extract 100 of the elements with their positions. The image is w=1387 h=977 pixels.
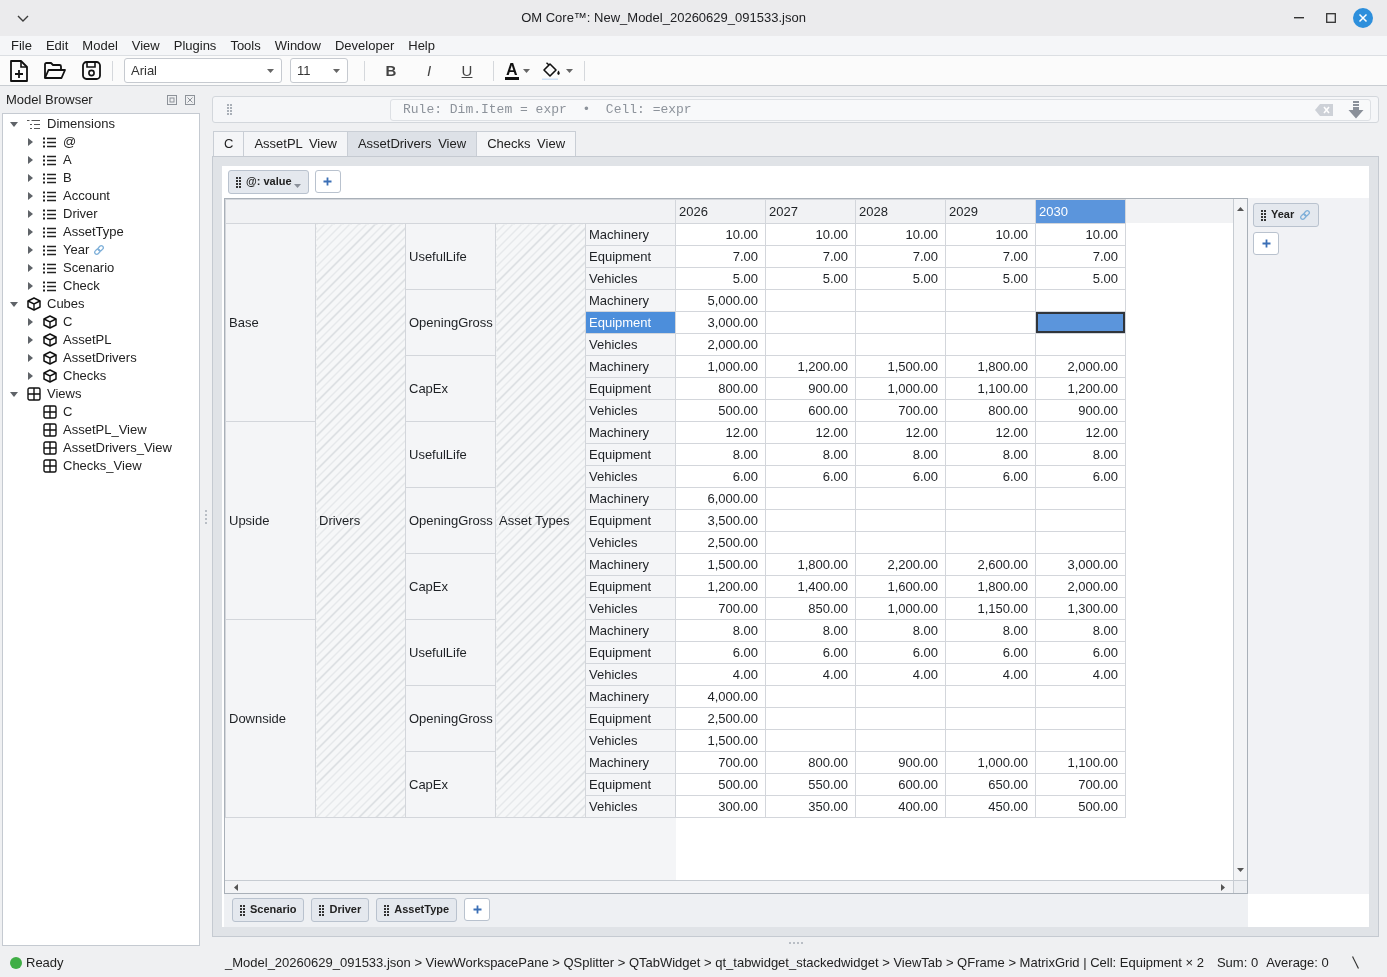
- collapsed-arrow-icon[interactable]: [27, 354, 33, 362]
- collapsed-arrow-icon[interactable]: [27, 174, 33, 182]
- plus-icon[interactable]: [472, 905, 482, 914]
- tree-item[interactable]: AssetDrivers: [63, 350, 137, 366]
- filter-chip[interactable]: @: value: [228, 170, 309, 194]
- arrow-down-icon[interactable]: [1348, 100, 1364, 119]
- menu-item[interactable]: Tools: [223, 36, 268, 55]
- scroll-left-icon[interactable]: [233, 883, 238, 891]
- column-header[interactable]: 2027: [765, 199, 856, 224]
- caret-icon[interactable]: [565, 68, 573, 73]
- tab[interactable]: AssetPL View: [243, 131, 347, 156]
- collapsed-arrow-icon[interactable]: [27, 264, 33, 272]
- expanded-arrow-icon[interactable]: [10, 391, 18, 397]
- tab[interactable]: AssetDrivers View: [346, 131, 477, 156]
- collapsed-arrow-icon[interactable]: [27, 156, 33, 164]
- tree-item[interactable]: AssetPL: [63, 332, 112, 348]
- expanded-arrow-icon[interactable]: [10, 121, 18, 127]
- tree-item[interactable]: Checks: [63, 368, 107, 384]
- tree-item[interactable]: B: [63, 170, 72, 186]
- dimension-chip[interactable]: Driver: [311, 898, 370, 922]
- menu-item[interactable]: Plugins: [166, 36, 224, 55]
- tree-item[interactable]: Dimensions: [47, 116, 115, 132]
- menu-item[interactable]: Model: [75, 36, 125, 55]
- collapsed-arrow-icon[interactable]: [27, 210, 33, 218]
- collapsed-arrow-icon[interactable]: [27, 246, 33, 254]
- menu-item[interactable]: View: [124, 36, 167, 55]
- float-icon[interactable]: [167, 94, 177, 105]
- add-button[interactable]: [1253, 232, 1279, 255]
- dimension-chip[interactable]: AssetType: [376, 898, 458, 922]
- underline-button[interactable]: U: [452, 57, 482, 84]
- grip-icon[interactable]: [227, 104, 232, 115]
- text-color-button[interactable]: A: [501, 57, 534, 84]
- grip-icon[interactable]: [319, 904, 325, 916]
- tree-item[interactable]: Driver: [63, 206, 98, 222]
- tree-item[interactable]: AssetPL_View: [63, 422, 147, 438]
- scroll-down-icon[interactable]: [1237, 868, 1244, 872]
- menu-item[interactable]: Window: [267, 36, 328, 55]
- caret-icon[interactable]: [267, 68, 274, 73]
- cube-icon: [43, 315, 57, 329]
- tree-item[interactable]: A: [63, 152, 72, 168]
- column-header[interactable]: 2026: [675, 199, 766, 224]
- grip-icon[interactable]: [1261, 209, 1266, 221]
- grip-icon[interactable]: [236, 176, 241, 188]
- tree-item[interactable]: Views: [47, 386, 82, 402]
- caret-icon[interactable]: [333, 68, 340, 73]
- add-button[interactable]: [464, 898, 491, 921]
- collapsed-arrow-icon[interactable]: [27, 192, 33, 200]
- grip-icon[interactable]: [384, 904, 390, 916]
- collapsed-arrow-icon[interactable]: [27, 372, 33, 380]
- tab[interactable]: Checks View: [476, 131, 577, 156]
- close-icon[interactable]: [1353, 8, 1373, 28]
- tab[interactable]: C: [213, 131, 244, 156]
- caret-icon[interactable]: [522, 68, 530, 73]
- plus-icon[interactable]: [323, 177, 333, 186]
- collapsed-arrow-icon[interactable]: [27, 318, 33, 326]
- scroll-up-icon[interactable]: [1237, 207, 1244, 211]
- font-select[interactable]: Arial: [124, 58, 282, 83]
- vertical-scrollbar[interactable]: [1233, 199, 1247, 880]
- tree-item[interactable]: @: [63, 134, 77, 150]
- tree-item[interactable]: Cubes: [47, 296, 85, 312]
- tree-item[interactable]: AssetType: [63, 224, 124, 240]
- paint-bucket-icon[interactable]: [541, 61, 562, 80]
- tree-item[interactable]: C: [63, 314, 73, 330]
- grip-icon[interactable]: [240, 904, 245, 916]
- tree-item[interactable]: Account: [63, 188, 110, 204]
- resize-grip-icon[interactable]: [1352, 956, 1359, 969]
- add-button[interactable]: [314, 170, 341, 193]
- maximize-icon[interactable]: [1326, 13, 1336, 23]
- dimension-chip[interactable]: Scenario: [232, 898, 305, 922]
- chevron-down-icon[interactable]: [17, 14, 29, 22]
- bold-button[interactable]: B: [376, 57, 406, 84]
- column-header[interactable]: 2029: [945, 199, 1036, 224]
- menu-item[interactable]: File: [4, 36, 39, 55]
- column-header[interactable]: 2028: [855, 199, 946, 224]
- expanded-arrow-icon[interactable]: [10, 301, 18, 307]
- font-size-select[interactable]: 11: [290, 58, 348, 83]
- collapsed-arrow-icon[interactable]: [27, 138, 33, 146]
- plus-icon[interactable]: [1261, 239, 1271, 248]
- tree-item[interactable]: Scenario: [63, 260, 115, 276]
- scroll-right-icon[interactable]: [1220, 883, 1225, 891]
- menu-item[interactable]: Help: [401, 36, 442, 55]
- collapsed-arrow-icon[interactable]: [27, 336, 33, 344]
- collapsed-arrow-icon[interactable]: [27, 282, 33, 290]
- caret-icon[interactable]: [293, 184, 301, 188]
- collapsed-arrow-icon[interactable]: [27, 228, 33, 236]
- row-header-cell: OpeningGross: [405, 685, 496, 752]
- horizontal-scrollbar[interactable]: [225, 880, 1233, 893]
- rule-input[interactable]: Rule: Dim.Item = expr • Cell: =expr: [390, 98, 1371, 121]
- tree-item[interactable]: Year: [63, 242, 90, 258]
- minimize-icon[interactable]: [1294, 17, 1304, 19]
- menu-item[interactable]: Developer: [328, 36, 402, 55]
- tree-item[interactable]: Check: [63, 278, 100, 294]
- dimension-chip[interactable]: Year: [1253, 203, 1320, 227]
- close-icon[interactable]: [185, 94, 195, 105]
- tree-item[interactable]: Checks_View: [63, 458, 142, 474]
- menu-item[interactable]: Edit: [38, 36, 76, 55]
- italic-button[interactable]: I: [414, 57, 444, 84]
- splitter-grip-icon[interactable]: [788, 941, 803, 944]
- tree-item[interactable]: C: [63, 404, 73, 420]
- tree-item[interactable]: AssetDrivers_View: [63, 440, 172, 456]
